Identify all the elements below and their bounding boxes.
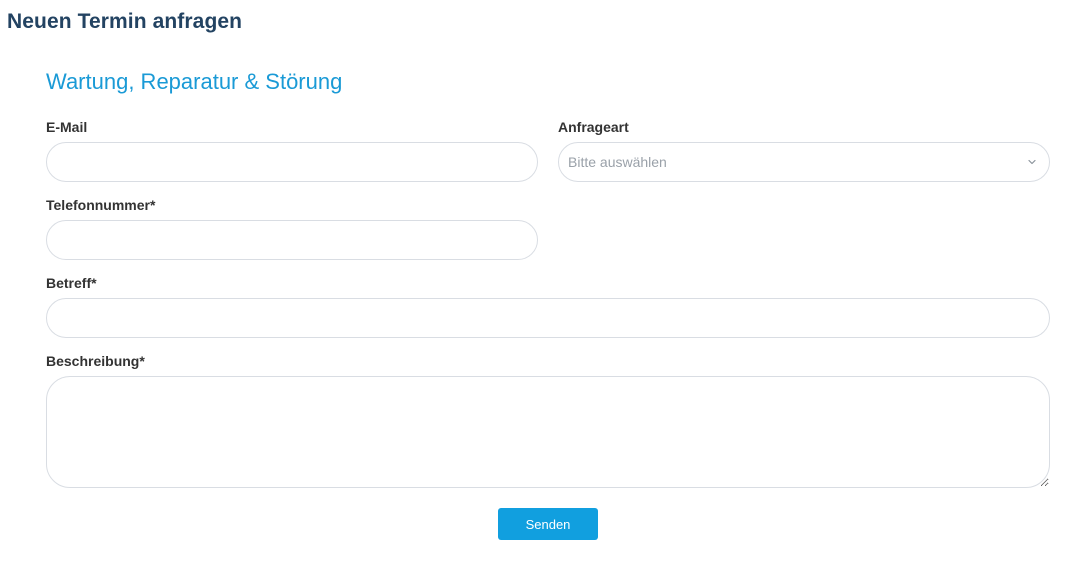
subject-label: Betreff* bbox=[46, 275, 97, 291]
submit-button[interactable]: Senden bbox=[498, 508, 598, 540]
chevron-down-icon bbox=[1027, 157, 1037, 167]
email-label: E-Mail bbox=[46, 119, 88, 135]
section-title: Wartung, Reparatur & Störung bbox=[46, 69, 343, 94]
request-type-selected-value: Bitte auswählen bbox=[568, 154, 667, 170]
page-title: Neuen Termin anfragen bbox=[7, 10, 243, 33]
request-type-select[interactable]: Bitte auswählen bbox=[558, 142, 1050, 182]
subject-field[interactable] bbox=[46, 298, 1050, 338]
appointment-request-page: Neuen Termin anfragen Wartung, Reparatur… bbox=[0, 0, 1089, 569]
phone-label: Telefonnummer* bbox=[46, 197, 156, 213]
description-textarea[interactable] bbox=[46, 376, 1050, 488]
email-field[interactable] bbox=[46, 142, 538, 182]
phone-field[interactable] bbox=[46, 220, 538, 260]
description-label: Beschreibung* bbox=[46, 353, 145, 369]
request-type-label: Anfrageart bbox=[558, 119, 629, 135]
